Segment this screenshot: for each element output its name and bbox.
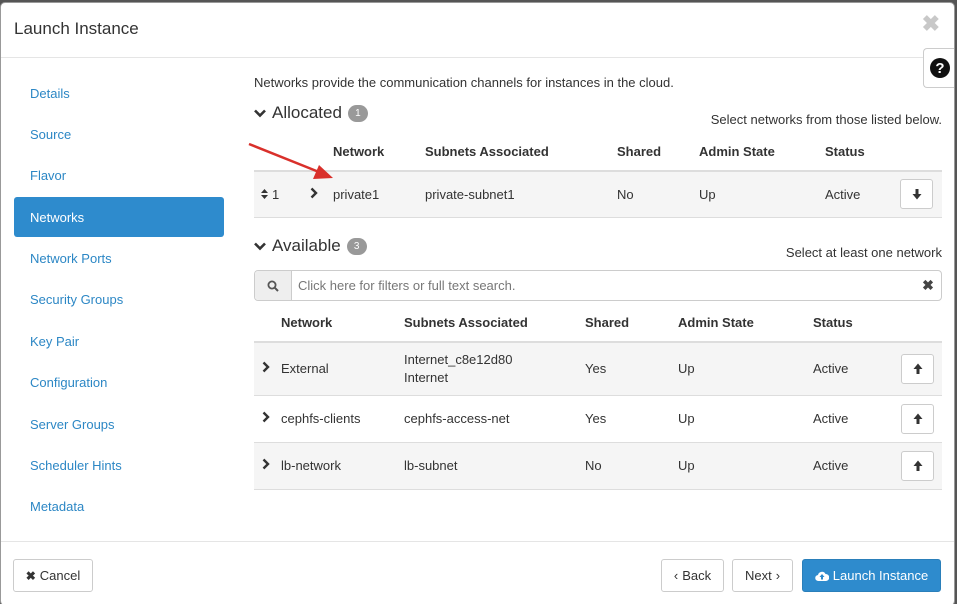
table-row: cephfs-clients cephfs-access-net Yes Up … <box>254 395 942 443</box>
intro-text: Networks provide the communication chann… <box>254 75 674 90</box>
admin-state-value: Up <box>678 342 813 396</box>
status-value: Active <box>825 171 900 218</box>
close-icon[interactable]: ✖ <box>922 13 940 35</box>
col-admin-state[interactable]: Admin State <box>678 304 813 343</box>
arrow-down-icon <box>912 188 921 200</box>
subnets-associated: Internet_c8e12d80 Internet <box>404 342 585 396</box>
subnets-associated: lb-subnet <box>404 442 585 490</box>
available-hint: Select at least one network <box>785 245 942 260</box>
question-circle-icon: ? <box>930 58 950 78</box>
allocate-button[interactable] <box>901 403 934 434</box>
allocated-section-toggle[interactable]: Allocated 1 <box>254 103 368 123</box>
available-count-badge: 3 <box>346 237 367 255</box>
sidebar-item-configuration[interactable]: Configuration <box>14 363 224 403</box>
admin-state-value: Up <box>678 442 813 490</box>
reorder-handle[interactable]: 1 <box>261 187 279 202</box>
network-name: private1 <box>333 171 425 218</box>
shared-value: No <box>585 442 678 490</box>
search-icon <box>267 280 279 292</box>
allocated-header-row: Network Subnets Associated Shared Admin … <box>254 133 942 172</box>
deallocate-button[interactable] <box>900 179 933 210</box>
arrow-up-icon <box>913 363 922 375</box>
available-section-toggle[interactable]: Available 3 <box>254 236 367 256</box>
col-status[interactable]: Status <box>825 133 900 172</box>
allocated-count-badge: 1 <box>347 104 368 122</box>
allocated-table: Network Subnets Associated Shared Admin … <box>254 133 942 218</box>
available-header-row: Network Subnets Associated Shared Admin … <box>254 304 942 343</box>
subnet-name: Internet <box>404 369 449 385</box>
col-status[interactable]: Status <box>813 304 901 343</box>
available-table: Network Subnets Associated Shared Admin … <box>254 304 942 490</box>
wizard-steps-nav: Details Source Flavor Networks Network P… <box>14 73 224 528</box>
chevron-right-icon[interactable] <box>261 411 271 423</box>
col-shared[interactable]: Shared <box>617 133 699 172</box>
col-subnets[interactable]: Subnets Associated <box>425 133 617 172</box>
modal-footer: ✖ Cancel ‹ Back Next › Launch Instance <box>1 541 954 604</box>
col-subnets[interactable]: Subnets Associated <box>404 304 585 343</box>
arrow-up-icon <box>913 413 922 424</box>
chevron-right-icon: › <box>775 568 781 583</box>
table-row: lb-network lb-subnet No Up Active <box>254 442 942 490</box>
available-title: Available <box>272 236 341 255</box>
allocated-title: Allocated <box>272 103 342 122</box>
shared-value: No <box>617 171 699 218</box>
subnets-associated: cephfs-access-net <box>404 395 585 443</box>
chevron-down-icon <box>254 242 266 251</box>
chevron-right-icon[interactable] <box>261 361 271 373</box>
shared-value: Yes <box>585 342 678 396</box>
sidebar-item-security-groups[interactable]: Security Groups <box>14 280 224 320</box>
modal-header: Launch Instance ✖ ? <box>1 3 954 88</box>
cancel-button[interactable]: ✖ Cancel <box>13 559 93 592</box>
cloud-upload-icon <box>815 571 829 581</box>
launch-instance-modal: Launch Instance ✖ ? Details Source Flavo… <box>0 2 955 604</box>
sidebar-item-metadata[interactable]: Metadata <box>14 487 224 527</box>
sidebar-item-server-groups[interactable]: Server Groups <box>14 404 224 444</box>
sidebar-item-network-ports[interactable]: Network Ports <box>14 239 224 279</box>
search-input[interactable] <box>292 271 915 300</box>
shared-value: Yes <box>585 395 678 443</box>
allocate-button[interactable] <box>901 353 934 384</box>
sidebar-item-flavor[interactable]: Flavor <box>14 156 224 196</box>
filter-search-bar: ✖ <box>254 270 942 301</box>
subnet-name: Internet_c8e12d80 <box>404 351 513 367</box>
sidebar-item-source[interactable]: Source <box>14 114 224 154</box>
col-shared[interactable]: Shared <box>585 304 678 343</box>
sidebar-item-key-pair[interactable]: Key Pair <box>14 321 224 361</box>
admin-state-value: Up <box>678 395 813 443</box>
sort-icon <box>261 189 268 199</box>
subnets-associated: private-subnet1 <box>425 171 617 218</box>
order-number: 1 <box>272 186 280 202</box>
col-admin-state[interactable]: Admin State <box>699 133 825 172</box>
sidebar-item-scheduler-hints[interactable]: Scheduler Hints <box>14 446 224 486</box>
search-addon <box>255 271 292 300</box>
table-row: External Internet_c8e12d80 Internet Yes … <box>254 342 942 396</box>
network-name: External <box>281 342 404 396</box>
chevron-right-icon[interactable] <box>309 187 319 199</box>
sidebar-item-details[interactable]: Details <box>14 73 224 113</box>
arrow-up-icon <box>913 460 922 471</box>
help-button[interactable]: ? <box>923 48 954 88</box>
chevron-down-icon <box>254 109 266 118</box>
launch-instance-button[interactable]: Launch Instance <box>802 559 941 592</box>
network-name: cephfs-clients <box>281 395 404 443</box>
admin-state-value: Up <box>699 171 825 218</box>
allocated-hint: Select networks from those listed below. <box>710 112 942 127</box>
modal-title: Launch Instance <box>14 19 139 38</box>
close-icon: ✖ <box>25 568 36 583</box>
table-row: 1 private1 private-subnet1 No Up Active <box>254 171 942 218</box>
chevron-left-icon: ‹ <box>673 568 679 583</box>
col-network[interactable]: Network <box>333 133 425 172</box>
chevron-right-icon[interactable] <box>261 458 271 470</box>
network-name: lb-network <box>281 442 404 490</box>
next-button[interactable]: Next › <box>732 559 793 592</box>
allocate-button[interactable] <box>901 450 934 481</box>
status-value: Active <box>813 442 901 490</box>
col-network[interactable]: Network <box>281 304 404 343</box>
back-button[interactable]: ‹ Back <box>661 559 724 592</box>
sidebar-item-networks[interactable]: Networks <box>14 197 224 238</box>
status-value: Active <box>813 395 901 443</box>
clear-search-icon[interactable]: ✖ <box>915 271 941 300</box>
status-value: Active <box>813 342 901 396</box>
